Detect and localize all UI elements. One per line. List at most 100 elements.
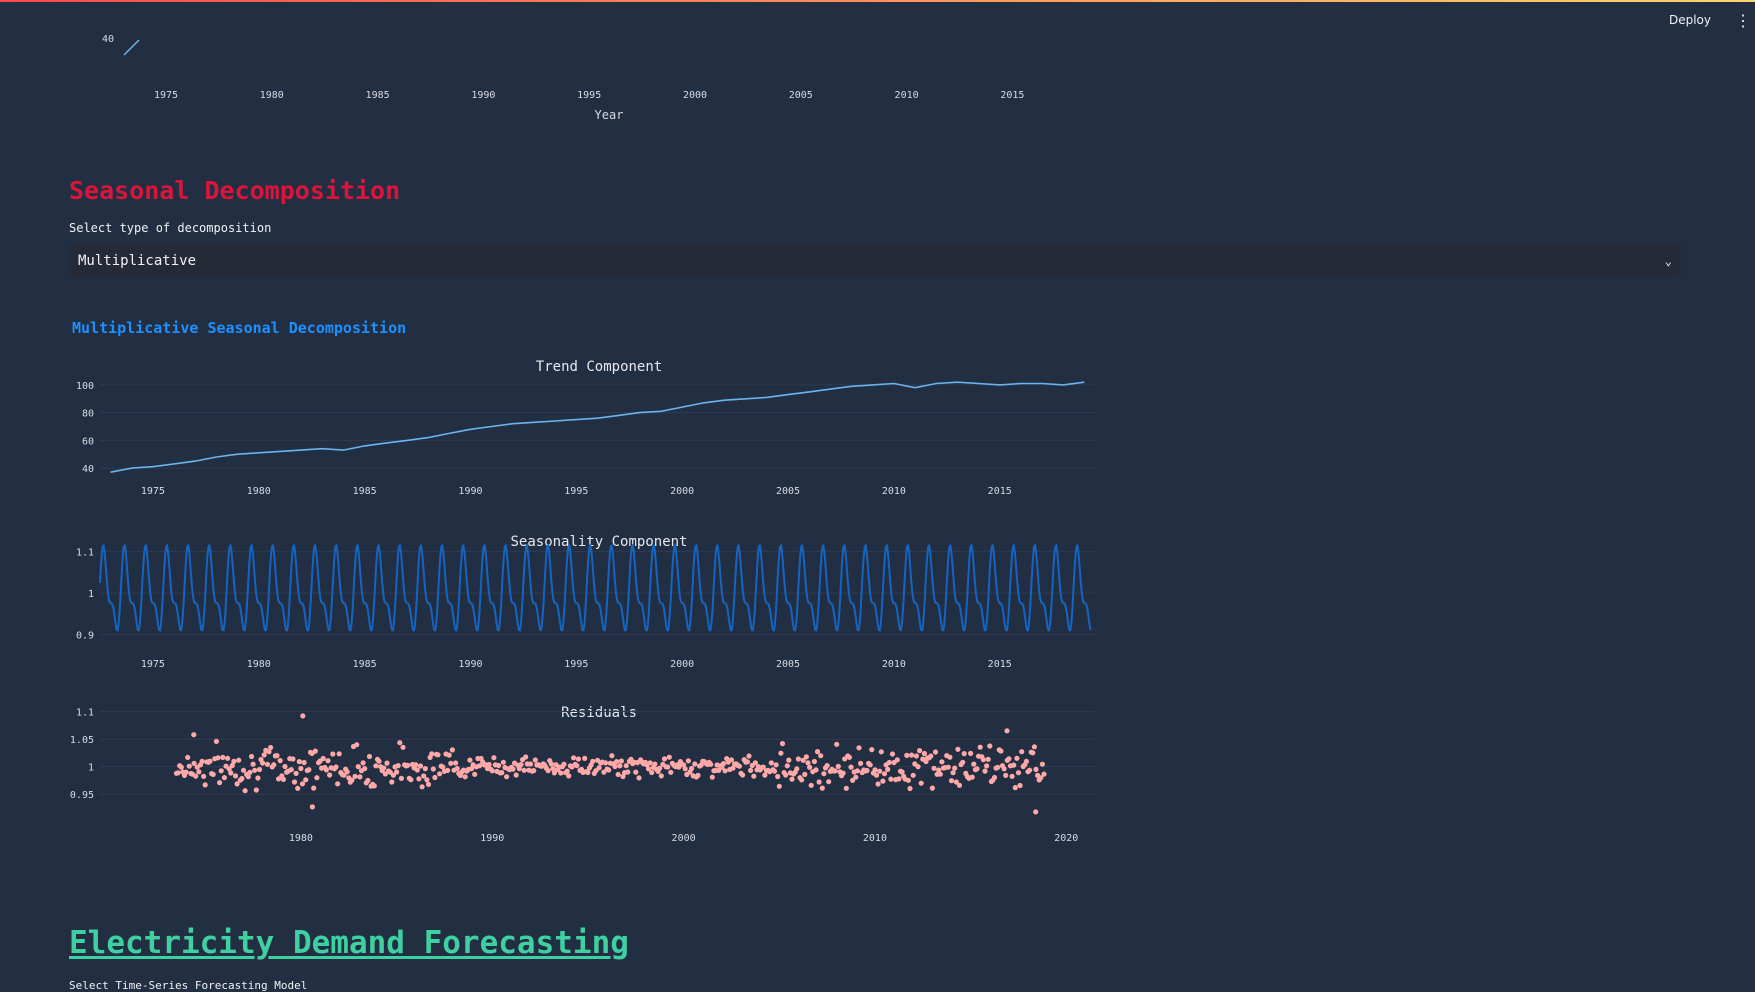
seasonality-series-line[interactable] — [99, 543, 1092, 632]
residual-point[interactable] — [1003, 772, 1009, 778]
residual-point[interactable] — [984, 763, 990, 769]
residual-point[interactable] — [779, 741, 786, 747]
residual-point[interactable] — [775, 773, 781, 780]
residual-point[interactable] — [408, 777, 414, 783]
residual-point[interactable] — [856, 745, 862, 751]
residual-point[interactable] — [303, 777, 309, 783]
residual-point[interactable] — [548, 761, 554, 767]
residual-point[interactable] — [695, 772, 701, 778]
residual-point[interactable] — [784, 763, 790, 769]
residual-point[interactable] — [320, 755, 326, 762]
residual-point[interactable] — [365, 777, 371, 784]
residual-point[interactable] — [210, 771, 216, 777]
residual-point[interactable] — [875, 781, 881, 787]
residual-point[interactable] — [802, 771, 808, 777]
residual-point[interactable] — [1033, 809, 1039, 815]
residual-point[interactable] — [998, 748, 1004, 754]
residual-point[interactable] — [472, 771, 478, 777]
residual-point[interactable] — [277, 758, 283, 764]
residual-point[interactable] — [389, 779, 395, 785]
residual-point[interactable] — [1009, 773, 1015, 779]
residual-point[interactable] — [617, 763, 623, 769]
residual-point[interactable] — [309, 804, 315, 810]
residual-point[interactable] — [218, 768, 224, 774]
residual-point[interactable] — [405, 762, 411, 768]
residual-point[interactable] — [398, 775, 404, 781]
residual-point[interactable] — [371, 783, 377, 789]
residual-point[interactable] — [513, 772, 519, 778]
residual-point[interactable] — [523, 754, 529, 760]
residual-point[interactable] — [384, 760, 390, 766]
residual-point[interactable] — [623, 763, 629, 769]
residual-point[interactable] — [521, 767, 527, 773]
residual-point[interactable] — [376, 758, 382, 764]
residual-point[interactable] — [985, 756, 991, 762]
decomposition-select[interactable]: Multiplicative ⌄ — [69, 244, 1681, 277]
residual-point[interactable] — [336, 751, 342, 757]
residual-point[interactable] — [296, 759, 302, 765]
residual-point[interactable] — [1017, 782, 1023, 789]
residual-point[interactable] — [199, 758, 205, 764]
residual-point[interactable] — [813, 767, 819, 773]
residual-point[interactable] — [496, 762, 502, 769]
residual-point[interactable] — [814, 749, 821, 755]
residual-point[interactable] — [518, 762, 524, 768]
residual-point[interactable] — [453, 760, 459, 766]
residual-point[interactable] — [545, 768, 551, 774]
residual-point[interactable] — [969, 774, 975, 780]
residual-point[interactable] — [995, 764, 1001, 770]
residual-point[interactable] — [448, 760, 454, 766]
residual-point[interactable] — [858, 760, 864, 766]
residual-point[interactable] — [274, 753, 280, 759]
residual-point[interactable] — [692, 761, 698, 767]
residual-point[interactable] — [881, 771, 888, 777]
residual-point[interactable] — [904, 752, 910, 758]
residual-point[interactable] — [335, 781, 341, 787]
residual-point[interactable] — [968, 750, 974, 756]
residual-point[interactable] — [807, 764, 813, 770]
residual-point[interactable] — [449, 747, 455, 753]
residual-point[interactable] — [280, 776, 286, 782]
residual-point[interactable] — [571, 755, 577, 761]
residual-point[interactable] — [290, 756, 296, 762]
residual-point[interactable] — [945, 764, 951, 770]
residual-point[interactable] — [794, 766, 800, 772]
residual-point[interactable] — [564, 768, 570, 774]
residual-point[interactable] — [799, 777, 805, 783]
residual-point[interactable] — [864, 767, 870, 774]
residual-point[interactable] — [489, 768, 495, 774]
seasonality-chart[interactable]: Seasonality Component 0.9 1 1.1 1975 1980 1985… — [0, 523, 1100, 678]
residual-point[interactable] — [531, 768, 537, 774]
residual-point[interactable] — [928, 753, 934, 759]
residual-point[interactable] — [355, 764, 361, 770]
residual-point[interactable] — [207, 758, 213, 764]
residual-point[interactable] — [236, 757, 242, 763]
residual-point[interactable] — [1033, 766, 1039, 772]
residual-point[interactable] — [253, 787, 259, 793]
residual-point[interactable] — [510, 766, 516, 772]
residual-point[interactable] — [178, 764, 184, 770]
residual-point[interactable] — [312, 748, 318, 754]
residual-point[interactable] — [918, 780, 924, 786]
residual-point[interactable] — [183, 769, 189, 775]
residual-point[interactable] — [325, 758, 331, 764]
residual-point[interactable] — [248, 753, 255, 760]
residual-point[interactable] — [783, 772, 789, 778]
residual-point[interactable] — [948, 778, 955, 784]
residual-point[interactable] — [575, 756, 582, 762]
residual-point[interactable] — [352, 773, 358, 779]
residual-point[interactable] — [960, 759, 966, 765]
residual-point[interactable] — [821, 771, 827, 777]
residual-point[interactable] — [682, 766, 688, 772]
residual-point[interactable] — [931, 765, 937, 771]
residual-point[interactable] — [1041, 771, 1047, 777]
residual-point[interactable] — [950, 770, 956, 776]
residual-point[interactable] — [818, 753, 824, 759]
residual-point[interactable] — [228, 770, 234, 776]
residual-point[interactable] — [500, 759, 506, 765]
residual-point[interactable] — [260, 760, 266, 766]
residual-point[interactable] — [835, 763, 841, 769]
residual-point[interactable] — [231, 758, 237, 764]
residual-point[interactable] — [435, 752, 441, 758]
residual-point[interactable] — [854, 768, 861, 774]
